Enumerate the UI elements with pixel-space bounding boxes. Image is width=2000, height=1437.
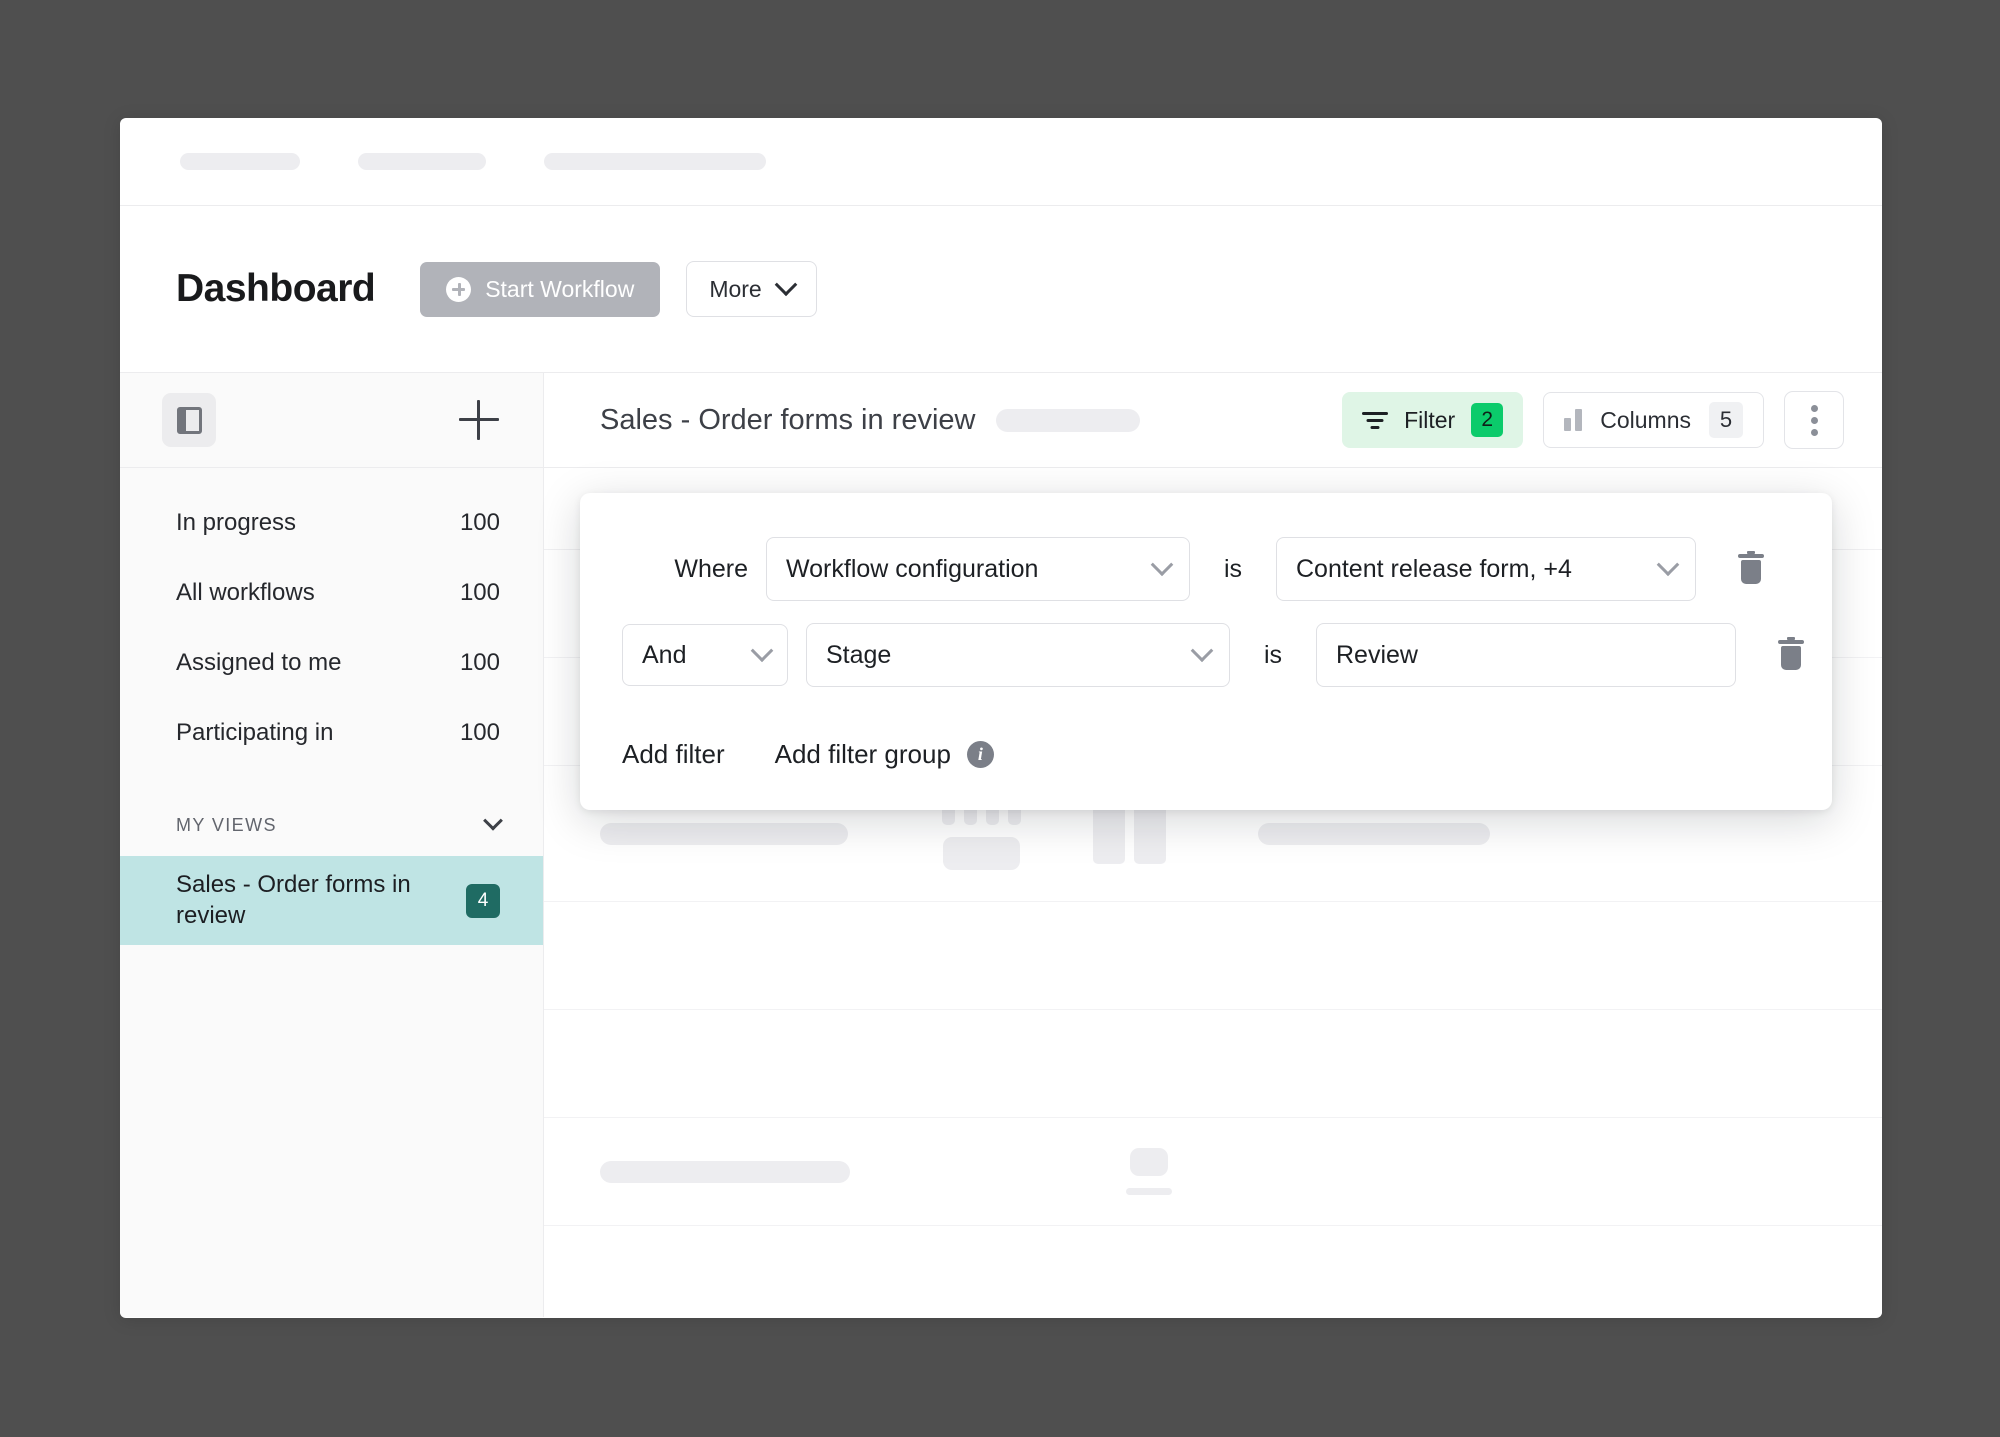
sidebar-toolbar xyxy=(120,373,543,468)
page-header: Dashboard Start Workflow More xyxy=(120,206,1882,373)
sidebar-item-sales-order-forms-in-review[interactable]: Sales - Order forms in review 4 xyxy=(120,856,543,946)
columns-icon xyxy=(1564,409,1583,431)
trash-icon xyxy=(1778,637,1804,670)
app-window: Dashboard Start Workflow More In progres… xyxy=(120,118,1882,1318)
filter-value-text: Content release form, +4 xyxy=(1296,554,1572,583)
sidebar-item-label: All workflows xyxy=(176,579,315,606)
info-icon[interactable]: i xyxy=(966,741,994,768)
sidebar-item-label: In progress xyxy=(176,509,297,536)
add-filter-group-wrap: Add filter group i xyxy=(775,739,994,770)
skeleton-cell xyxy=(1093,803,1166,864)
chevron-down-icon xyxy=(1656,553,1680,577)
chevron-down-icon xyxy=(483,810,503,831)
filter-field-value: Stage xyxy=(826,640,892,669)
filter-operator-label: is xyxy=(1223,554,1243,583)
add-filter-group-button[interactable]: Add filter group xyxy=(775,739,951,770)
filter-button[interactable]: Filter 2 xyxy=(1342,392,1524,448)
filter-row: Where Workflow configuration is Content … xyxy=(580,537,1832,601)
skeleton-tab xyxy=(358,153,486,170)
filter-row: And Stage is Review xyxy=(580,623,1832,687)
filter-value-input[interactable]: Review xyxy=(1316,623,1736,687)
sidebar-item-participating-in[interactable]: Participating in 100 xyxy=(120,698,543,768)
sidebar-item-count: 100 xyxy=(459,509,500,536)
top-chrome xyxy=(120,118,1882,206)
more-label: More xyxy=(709,275,762,302)
body-split: In progress 100 All workflows 100 Assign… xyxy=(120,373,1882,1317)
filter-value-text: Review xyxy=(1336,640,1418,669)
filter-row-prefix-label: Where xyxy=(674,554,748,583)
sidebar-nav-list: In progress 100 All workflows 100 Assign… xyxy=(120,468,543,768)
sidebar-item-label: Participating in xyxy=(176,719,334,746)
more-button[interactable]: More xyxy=(686,261,817,317)
table-row[interactable] xyxy=(544,1118,1882,1226)
table-row[interactable] xyxy=(544,902,1882,1010)
delete-filter-button[interactable] xyxy=(1732,547,1770,591)
start-workflow-button[interactable]: Start Workflow xyxy=(420,261,661,317)
page-title: Dashboard xyxy=(176,267,376,310)
plus-circle-icon xyxy=(446,276,472,302)
filter-field-value: Workflow configuration xyxy=(786,554,1039,583)
delete-filter-button[interactable] xyxy=(1772,633,1810,677)
skeleton-cell xyxy=(1126,1148,1172,1195)
table-row[interactable] xyxy=(544,1010,1882,1118)
main-content: Sales - Order forms in review Filter 2 C… xyxy=(544,373,1882,1317)
columns-count-badge: 5 xyxy=(1709,402,1743,438)
filter-panel-actions: Add filter Add filter group i xyxy=(580,739,1832,770)
filter-conjunction-select[interactable]: And xyxy=(622,624,788,686)
side-panel-icon xyxy=(176,406,202,434)
filter-count-badge: 2 xyxy=(1471,403,1504,437)
more-options-button[interactable] xyxy=(1784,391,1844,449)
sidebar-item-assigned-to-me[interactable]: Assigned to me 100 xyxy=(120,628,543,698)
add-view-button[interactable] xyxy=(457,398,501,442)
filter-popover: Where Workflow configuration is Content … xyxy=(580,493,1832,810)
columns-label: Columns xyxy=(1600,406,1691,433)
chevron-down-icon xyxy=(1190,639,1214,663)
trash-icon xyxy=(1738,551,1764,584)
sidebar-item-count: 100 xyxy=(459,579,500,606)
add-filter-button[interactable]: Add filter xyxy=(622,739,725,770)
view-title: Sales - Order forms in review xyxy=(600,403,976,436)
sidebar-item-in-progress[interactable]: In progress 100 xyxy=(120,488,543,558)
sidebar-item-all-workflows[interactable]: All workflows 100 xyxy=(120,558,543,628)
filter-icon xyxy=(1362,410,1389,430)
skeleton-tab xyxy=(544,153,766,170)
sidebar-item-count: 100 xyxy=(459,719,500,746)
sidebar-view-label: Sales - Order forms in review xyxy=(176,871,411,929)
columns-button[interactable]: Columns 5 xyxy=(1543,392,1764,448)
sidebar-item-count: 100 xyxy=(459,649,500,676)
skeleton-cell xyxy=(600,822,848,845)
chevron-down-icon xyxy=(774,273,798,297)
filter-conjunction-value: And xyxy=(642,640,687,669)
start-workflow-label: Start Workflow xyxy=(485,275,635,302)
my-views-label: MY VIEWS xyxy=(176,814,277,835)
filter-label: Filter xyxy=(1404,406,1456,433)
skeleton-cell xyxy=(1258,822,1490,845)
skeleton-cell xyxy=(600,1160,850,1183)
chevron-down-icon xyxy=(750,639,774,663)
sidebar: In progress 100 All workflows 100 Assign… xyxy=(120,373,544,1317)
sidebar-item-label: Assigned to me xyxy=(176,649,342,676)
my-views-section-header[interactable]: MY VIEWS xyxy=(120,794,543,856)
filter-field-select[interactable]: Stage xyxy=(806,623,1230,687)
filter-field-select[interactable]: Workflow configuration xyxy=(766,537,1190,601)
chevron-down-icon xyxy=(1150,553,1174,577)
filter-operator-label: is xyxy=(1263,640,1283,669)
panel-toggle-button[interactable] xyxy=(162,393,216,447)
skeleton-title-pill xyxy=(995,408,1140,432)
sidebar-view-badge: 4 xyxy=(466,883,500,918)
filter-value-select[interactable]: Content release form, +4 xyxy=(1276,537,1696,601)
view-toolbar: Sales - Order forms in review Filter 2 C… xyxy=(544,373,1882,468)
more-vertical-icon xyxy=(1810,404,1818,412)
skeleton-tab xyxy=(180,153,300,170)
